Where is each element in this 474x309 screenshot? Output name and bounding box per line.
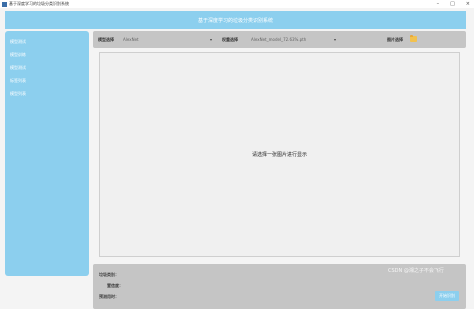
app-header: 基于深度学习的垃圾分类识别系统 [5,11,466,29]
sidebar-item-model-list[interactable]: 模型列表 [5,87,89,100]
main-panel: 模型选择 AlexNet ▾ 权重选择 AlexNet_model_72.63%… [93,31,466,309]
sidebar: 模型测试 模型训练 模型测试 标签列表 模型列表 [5,31,89,276]
close-button[interactable]: × [466,0,470,8]
result-label: 垃圾类别： [99,272,119,277]
toolbar: 模型选择 AlexNet ▾ 权重选择 AlexNet_model_72.63%… [93,31,466,48]
app-icon [2,1,7,7]
image-placeholder-text: 请选择一张图片进行显示 [251,152,307,158]
sidebar-item-label-list[interactable]: 标签列表 [5,74,89,87]
minimize-button[interactable]: – [437,0,440,8]
header-title: 基于深度学习的垃圾分类识别系统 [197,17,273,24]
image-display-area: 请选择一张图片进行显示 [99,52,460,257]
weights-select[interactable]: AlexNet_model_72.63%.pth ▾ [248,35,338,44]
watermark: CSDN @湘之子不会飞行 [388,268,444,274]
confidence-label: 置信度： [107,283,123,288]
sidebar-item-model-test[interactable]: 模型测试 [5,35,89,48]
time-label: 预测用时： [99,294,119,299]
model-select-value: AlexNet [123,37,139,42]
sidebar-item-model-train[interactable]: 模型训练 [5,48,89,61]
window-titlebar: 基于深度学习的垃圾分类识别系统 – □ × [0,0,474,8]
weights-select-label: 权重选择 [222,37,238,42]
chevron-down-icon: ▾ [209,37,212,42]
chevron-down-icon: ▾ [333,37,336,42]
window-title: 基于深度学习的垃圾分类识别系统 [9,1,69,6]
window-controls: – □ × [437,0,470,8]
model-select-label: 模型选择 [98,37,114,42]
folder-icon[interactable] [410,35,417,42]
start-recognition-button[interactable]: 开始识别 [435,291,459,301]
model-select[interactable]: AlexNet ▾ [120,35,214,44]
maximize-button[interactable]: □ [450,0,455,8]
image-select-label: 图片选择 [387,37,403,42]
weights-select-value: AlexNet_model_72.63%.pth [251,37,307,42]
sidebar-item-model-test-2[interactable]: 模型测试 [5,61,89,74]
